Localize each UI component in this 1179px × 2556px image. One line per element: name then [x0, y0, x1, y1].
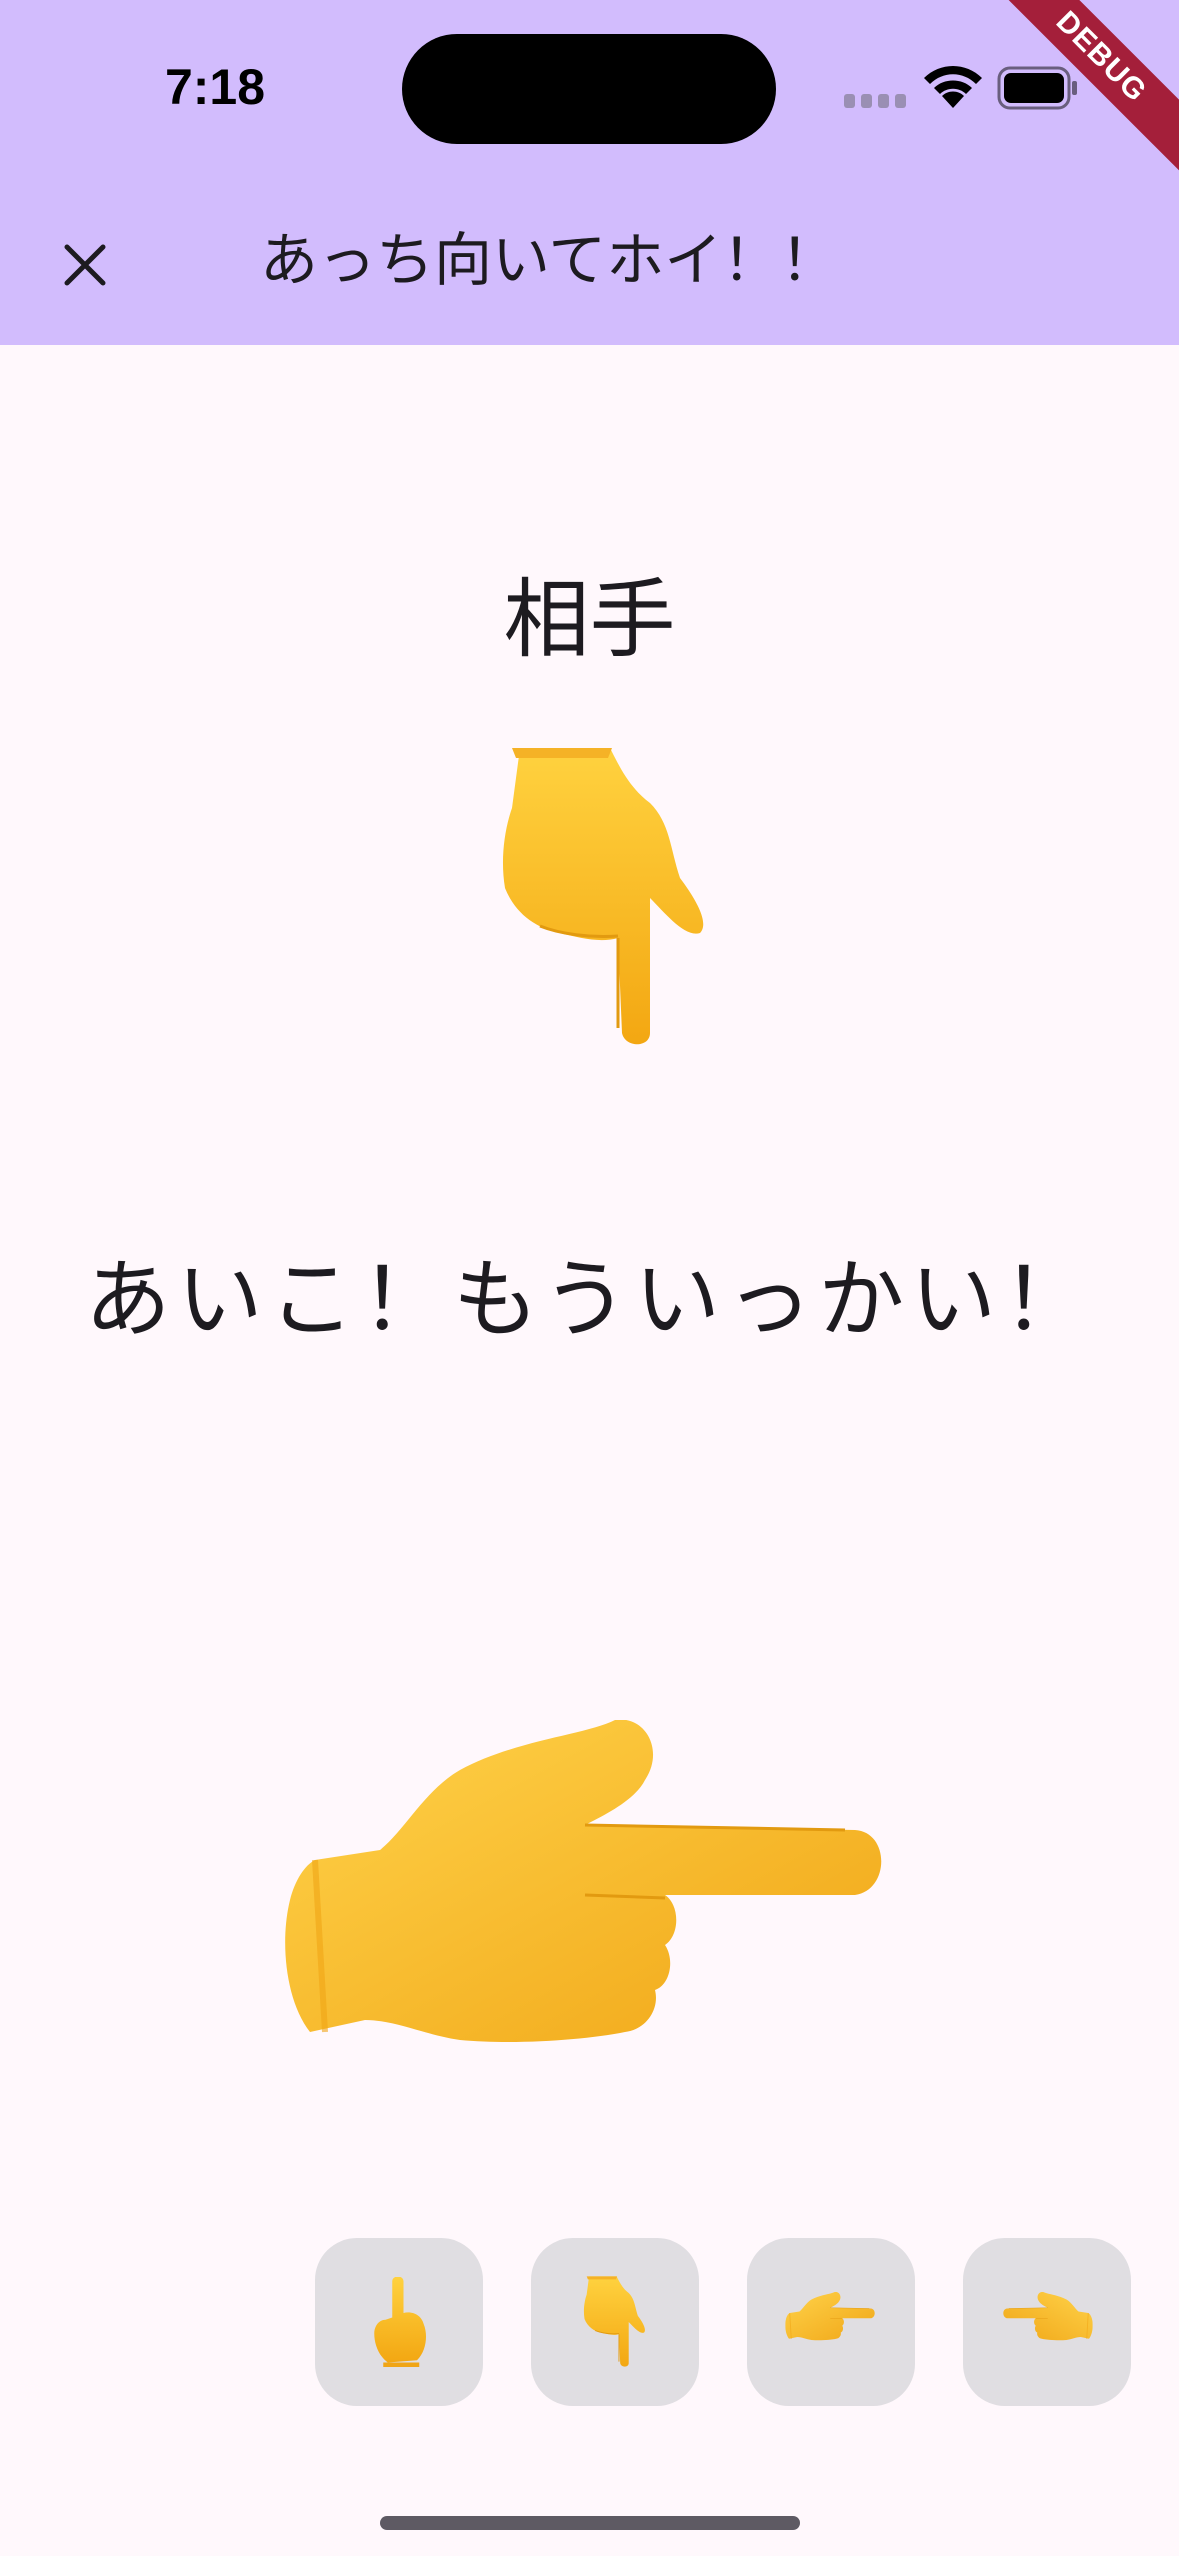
home-indicator[interactable] [380, 2516, 800, 2530]
choice-right-button[interactable] [747, 2238, 915, 2406]
status-time: 7:18 [164, 59, 266, 115]
pointing-up-icon [364, 2277, 434, 2367]
battery-icon [997, 66, 1077, 110]
result-message: あいこ！もういっかい！ [84, 1250, 1095, 1350]
choice-down-button[interactable] [531, 2238, 699, 2406]
pointing-left-icon [1001, 2292, 1093, 2352]
close-icon [64, 244, 106, 286]
cellular-signal-icon [844, 94, 906, 108]
pointing-right-icon [785, 2292, 877, 2352]
choice-up-button[interactable] [315, 2238, 483, 2406]
pointing-down-icon [583, 2276, 647, 2368]
opponent-label: 相手 [503, 570, 676, 670]
page-title: あっち向いてホイ！！ [260, 226, 839, 294]
close-button[interactable] [40, 220, 130, 310]
choice-left-button[interactable] [963, 2238, 1131, 2406]
player-pointing-right-hand [285, 1720, 895, 2120]
dynamic-island [402, 34, 776, 144]
wifi-icon [924, 66, 982, 108]
opponent-pointing-down-hand [500, 748, 710, 1048]
